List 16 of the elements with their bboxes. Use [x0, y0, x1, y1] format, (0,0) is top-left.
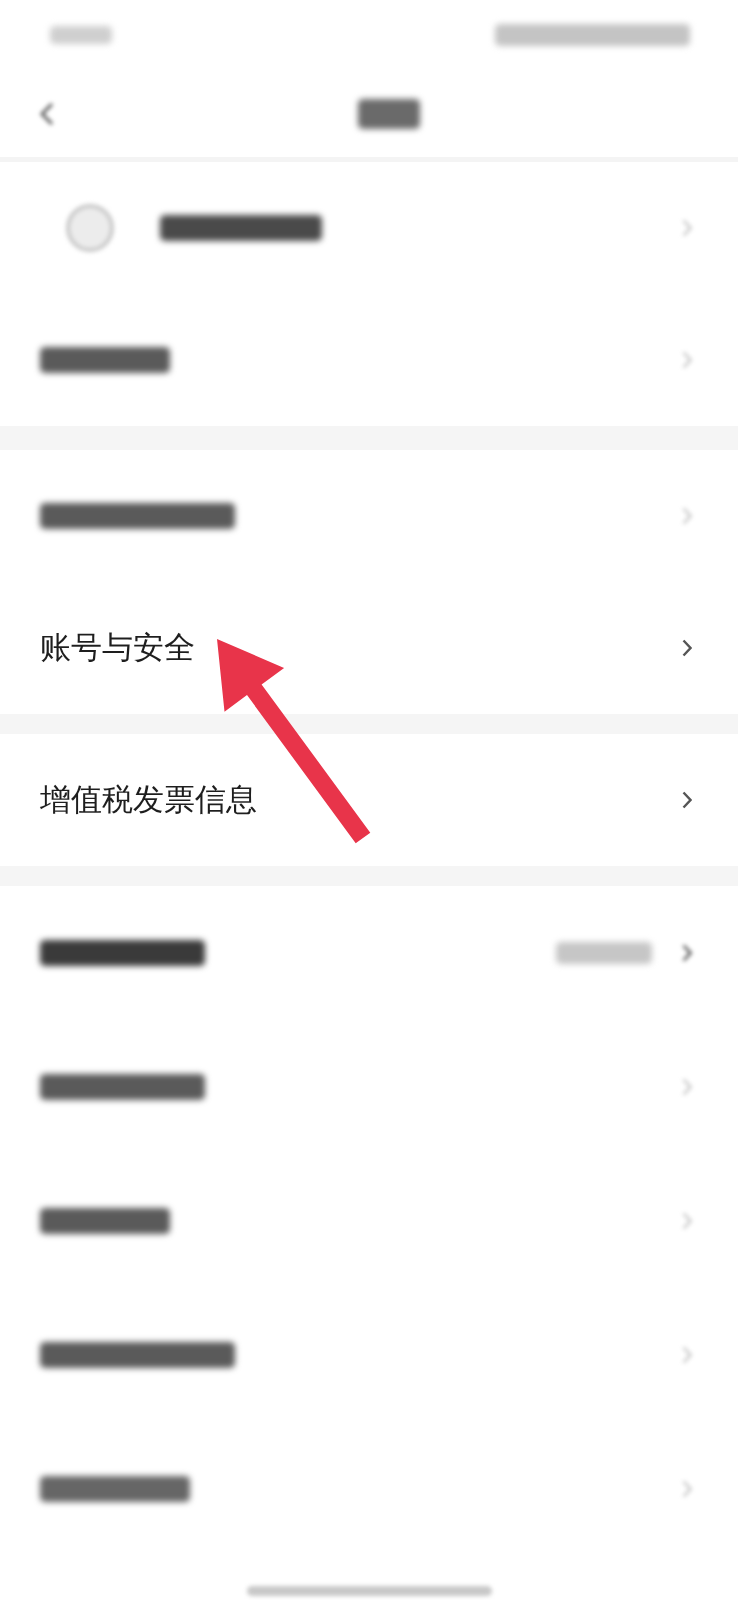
back-icon[interactable] — [40, 101, 54, 126]
row-label: 增值税发票信息 — [40, 781, 257, 819]
settings-row[interactable]: 增值税发票信息 — [0, 734, 738, 866]
settings-row[interactable]: 账号与安全 — [0, 582, 738, 714]
chevron-right-icon — [682, 791, 692, 809]
chevron-right-icon — [682, 219, 692, 237]
chevron-right-icon — [682, 639, 692, 657]
avatar-icon — [65, 203, 115, 253]
chevron-right-icon — [682, 1078, 692, 1096]
chevron-right-icon — [682, 351, 692, 369]
chevron-right-icon — [682, 1212, 692, 1230]
chevron-right-icon — [682, 1346, 692, 1364]
chevron-right-icon — [682, 1480, 692, 1498]
chevron-right-icon — [682, 944, 692, 962]
row-label: 账号与安全 — [40, 629, 195, 667]
chevron-right-icon — [682, 507, 692, 525]
